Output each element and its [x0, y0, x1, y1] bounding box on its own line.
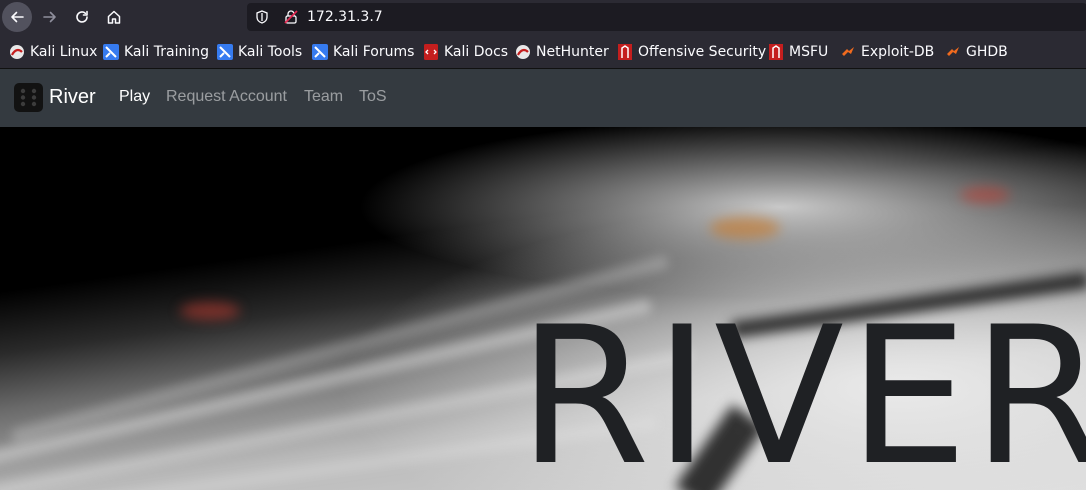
- back-button[interactable]: [2, 2, 32, 32]
- bookmark-label: Offensive Security: [638, 44, 767, 60]
- bookmark-kali-forums[interactable]: Kali Forums: [312, 43, 414, 61]
- kali-forums-icon: [312, 44, 328, 60]
- nethunter-icon: [516, 45, 530, 59]
- home-button[interactable]: [99, 2, 129, 32]
- browser-toolbar: 172.31.3.7: [0, 0, 1086, 34]
- card-pip: [710, 217, 780, 239]
- bookmarks-toolbar: Kali Linux Kali Training Kali Tools Kali…: [0, 34, 1086, 69]
- kali-dragon-icon: [10, 45, 24, 59]
- bookmark-kali-docs[interactable]: Kali Docs: [423, 43, 508, 61]
- reload-icon: [76, 10, 88, 23]
- hero-title: RIVER: [518, 286, 1086, 490]
- bookmark-label: NetHunter: [536, 44, 609, 60]
- exploitdb-icon: [842, 47, 854, 56]
- bookmark-msfu[interactable]: MSFU: [768, 43, 828, 61]
- bookmark-offensive-security[interactable]: Offensive Security: [617, 43, 766, 61]
- msfu-icon: [769, 44, 783, 60]
- kali-tools-icon: [217, 44, 233, 60]
- reload-button[interactable]: [67, 2, 97, 32]
- bookmark-ghdb[interactable]: GHDB: [945, 43, 1008, 61]
- card-pip: [960, 187, 1010, 203]
- forward-button[interactable]: [35, 2, 65, 32]
- kali-training-icon: [103, 44, 119, 60]
- ghdb-icon: [947, 47, 959, 56]
- hero-banner: RIVER: [0, 127, 1086, 490]
- bookmark-label: Kali Tools: [238, 44, 303, 60]
- back-arrow-icon: [11, 11, 24, 23]
- url-bar[interactable]: 172.31.3.7: [247, 3, 1086, 31]
- site-navbar: River Play Request Account Team ToS: [0, 69, 1086, 127]
- nav-link-request-account[interactable]: Request Account: [166, 88, 287, 106]
- url-text[interactable]: 172.31.3.7: [307, 9, 383, 25]
- kali-docs-icon: [424, 44, 438, 60]
- bookmark-label: Kali Linux: [30, 44, 98, 60]
- card-pip: [180, 302, 240, 320]
- brand-name: River: [49, 86, 96, 108]
- bookmark-kali-linux[interactable]: Kali Linux: [9, 43, 97, 61]
- offsec-icon: [618, 44, 632, 60]
- bookmark-label: GHDB: [966, 44, 1008, 60]
- bookmark-label: MSFU: [789, 44, 829, 60]
- bookmark-label: Kali Forums: [333, 44, 415, 60]
- bookmark-label: Exploit-DB: [861, 44, 935, 60]
- bookmark-label: Kali Training: [124, 44, 209, 60]
- dice-icon: [14, 83, 43, 112]
- insecure-connection-icon: [284, 10, 298, 24]
- shield-icon: [256, 10, 268, 24]
- brand-link[interactable]: River: [14, 83, 96, 112]
- forward-arrow-icon: [43, 11, 56, 23]
- nav-link-tos[interactable]: ToS: [359, 88, 387, 106]
- bookmark-exploit-db[interactable]: Exploit-DB: [840, 43, 934, 61]
- bookmark-label: Kali Docs: [444, 44, 509, 60]
- bookmark-kali-tools[interactable]: Kali Tools: [217, 43, 302, 61]
- bookmark-kali-training[interactable]: Kali Training: [103, 43, 209, 61]
- nav-link-play[interactable]: Play: [119, 88, 150, 106]
- home-icon: [107, 10, 121, 24]
- bookmark-nethunter[interactable]: NetHunter: [515, 43, 609, 61]
- nav-link-team[interactable]: Team: [304, 88, 343, 106]
